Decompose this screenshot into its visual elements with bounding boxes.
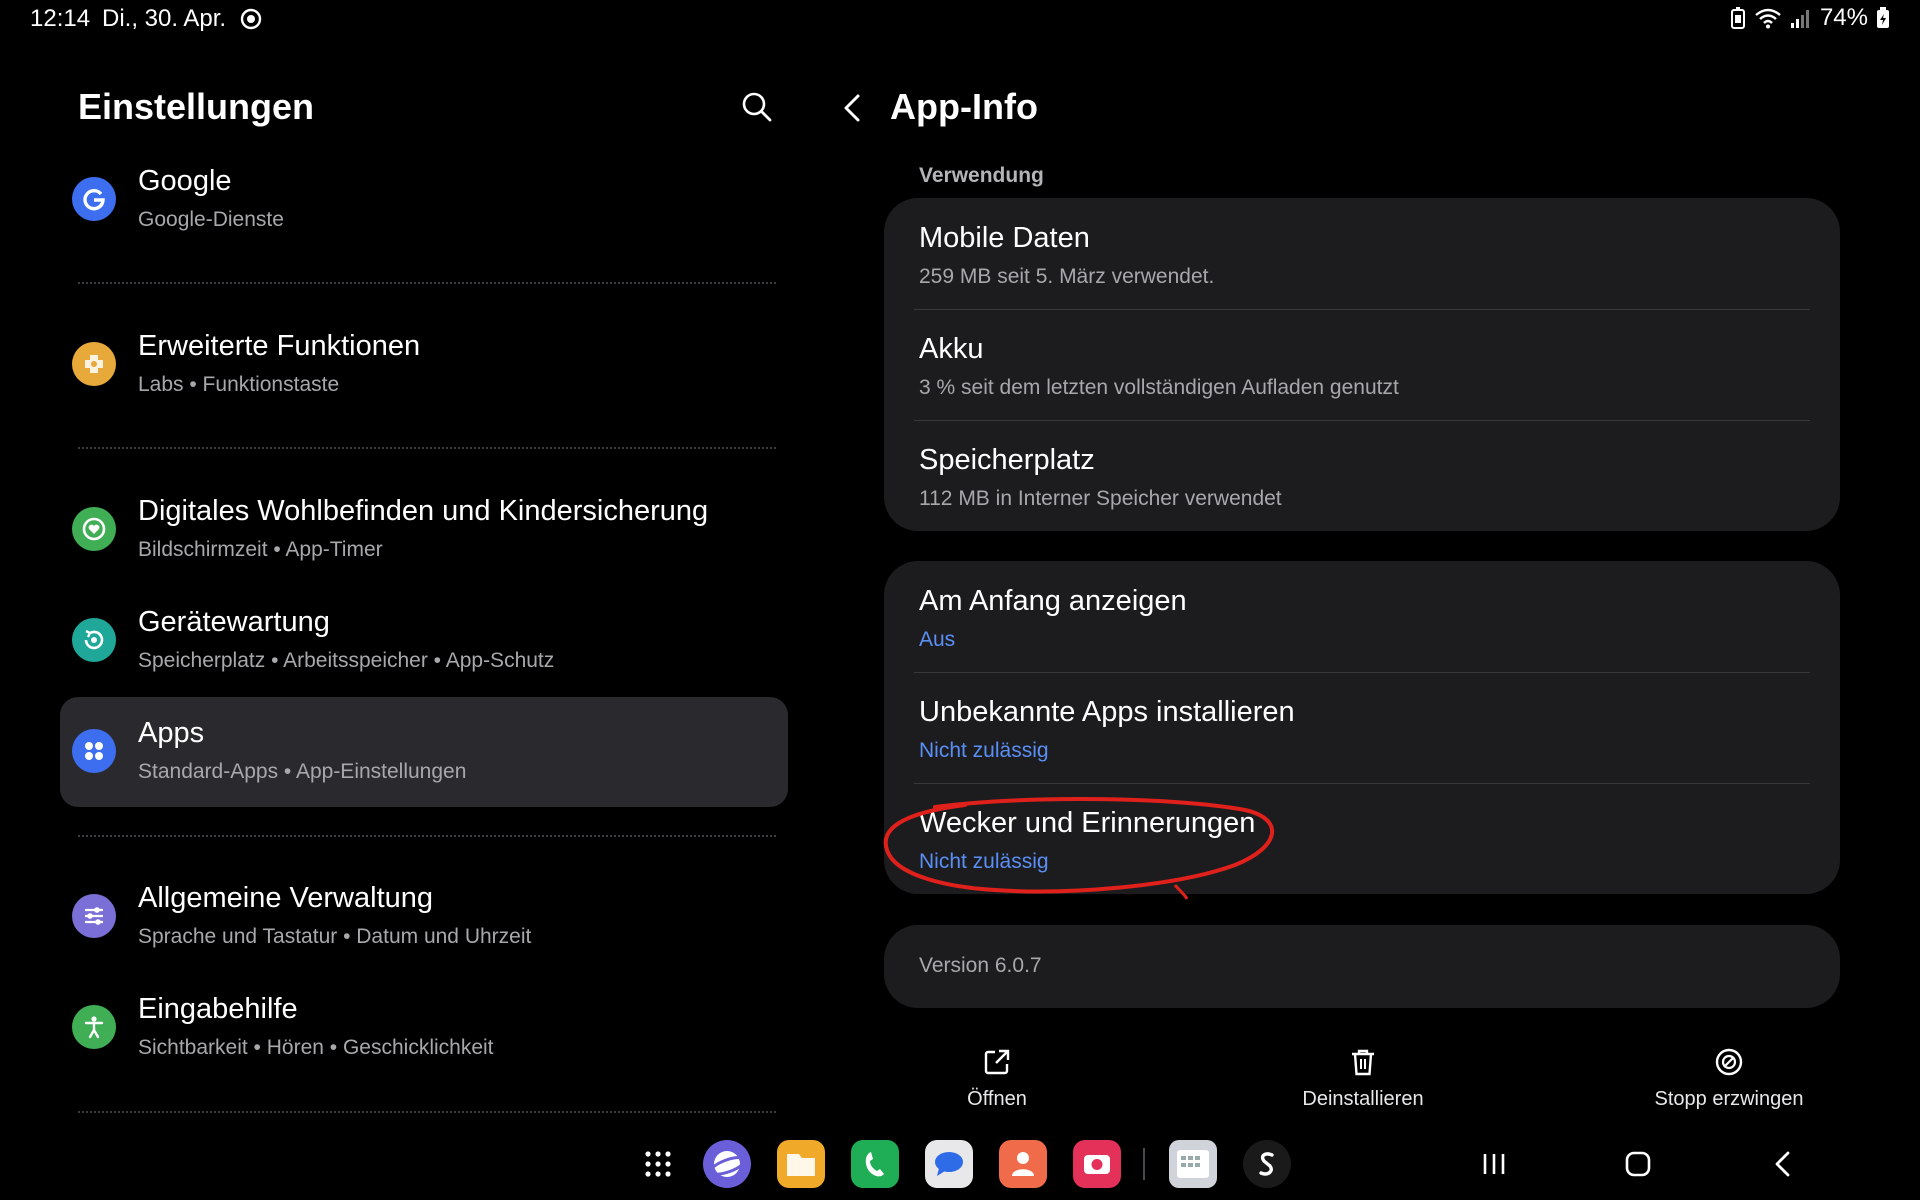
settings-item-subtitle: Sichtbarkeit • Hören • Geschicklichkeit [138,1036,494,1059]
battery-row[interactable]: Akku 3 % seit dem letzten vollständigen … [919,333,1815,405]
status-date: Di., 30. Apr. [102,5,227,32]
settings-item-title: Google [138,165,232,197]
usage-card: Mobile Daten 259 MB seit 5. März verwend… [884,198,1840,531]
settings-item-subtitle: Sprache und Tastatur • Datum und Uhrzeit [138,925,532,948]
settings-item-subtitle: Google-Dienste [138,208,284,231]
open-button[interactable]: Öffnen [887,1046,1107,1111]
back-nav-icon[interactable] [1768,1148,1800,1180]
settings-item-apps[interactable]: Apps Standard-Apps • App-Einstellungen [60,697,788,807]
accessibility-icon [72,1005,116,1049]
uninstall-label: Deinstallieren [1302,1088,1424,1110]
force-stop-label: Stopp erzwingen [1654,1088,1804,1110]
signal-icon [1790,10,1809,28]
divider [78,835,776,837]
settings-item-subtitle: Speicherplatz • Arbeitsspeicher • App-Sc… [138,649,555,672]
usage-section-label: Verwendung [919,164,1044,187]
settings-item-digital-wellbeing[interactable]: Digitales Wohlbefinden und Kindersicheru… [60,475,788,585]
divider [78,282,776,284]
files-icon[interactable] [777,1140,825,1188]
settings-item-subtitle: Labs • Funktionstaste [138,373,340,396]
internet-browser-icon[interactable] [703,1140,751,1188]
settings-item-title: Eingabehilfe [138,993,298,1025]
settings-item-title: Gerätewartung [138,606,330,638]
row-title: Speicherplatz [919,444,1095,476]
settings-item-general-management[interactable]: Allgemeine Verwaltung Sprache und Tastat… [60,862,788,972]
row-value: Aus [919,628,956,651]
divider [914,420,1810,421]
taskbar-divider [1143,1148,1145,1180]
settings-item-accessibility[interactable]: Eingabehilfe Sichtbarkeit • Hören • Gesc… [60,973,788,1083]
mobile-data-row[interactable]: Mobile Daten 259 MB seit 5. März verwend… [919,222,1815,294]
app-info-title: App-Info [890,86,1038,127]
settings-title: Einstellungen [78,86,315,127]
battery-saver-icon [1730,7,1745,29]
divider [914,672,1810,673]
row-title: Am Anfang anzeigen [919,585,1187,617]
version-card: Version 6.0.7 [884,925,1840,1008]
recents-nav-icon[interactable] [1478,1148,1510,1180]
apps-grid-icon [72,729,116,773]
status-bar: 12:14 Di., 30. Apr. 74% [0,0,1920,36]
search-icon[interactable] [740,90,774,124]
trash-icon [1352,1049,1374,1076]
stop-icon [1715,1048,1743,1076]
settings-item-title: Digitales Wohlbefinden und Kindersicheru… [138,495,709,527]
settings-item-device-care[interactable]: Gerätewartung Speicherplatz • Arbeitsspe… [60,586,788,696]
app-drawer-icon[interactable] [640,1146,676,1182]
divider [78,1111,776,1113]
red-annotation-circle [883,797,1275,900]
phone-icon[interactable] [851,1140,899,1188]
force-stop-button[interactable]: Stopp erzwingen [1619,1046,1839,1111]
device-care-icon [72,618,116,662]
camera-icon[interactable] [1073,1140,1121,1188]
row-subtitle: 259 MB seit 5. März verwendet. [919,265,1215,288]
contacts-icon[interactable] [999,1140,1047,1188]
settings-item-subtitle: Bildschirmzeit • App-Timer [138,538,383,561]
back-arrow-icon[interactable] [838,90,868,126]
divider [78,447,776,449]
settings-item-subtitle: Standard-Apps • App-Einstellungen [138,760,467,783]
sync-status-icon [240,8,262,30]
appear-on-top-row[interactable]: Am Anfang anzeigen Aus [919,585,1815,657]
open-label: Öffnen [967,1088,1027,1110]
settings-item-title: Erweiterte Funktionen [138,330,421,362]
row-value: Nicht zulässig [919,739,1049,762]
row-title: Akku [919,333,984,365]
version-text: Version 6.0.7 [919,954,1042,977]
row-title: Mobile Daten [919,222,1090,254]
wifi-icon [1755,8,1781,29]
settings-item-title: Allgemeine Verwaltung [138,882,434,914]
open-external-icon [984,1049,1010,1075]
install-unknown-apps-row[interactable]: Unbekannte Apps installieren Nicht zuläs… [919,696,1815,768]
storage-row[interactable]: Speicherplatz 112 MB in Interner Speiche… [919,444,1815,516]
uninstall-button[interactable]: Deinstallieren [1253,1046,1473,1111]
settings-item-advanced-features[interactable]: Erweiterte Funktionen Labs • Funktionsta… [60,310,788,420]
battery-icon [1877,7,1889,28]
messages-icon[interactable] [925,1140,973,1188]
settings-item-google[interactable]: Google Google-Dienste [60,145,788,255]
divider [914,783,1810,784]
recent-app-s-icon[interactable] [1243,1140,1291,1188]
row-subtitle: 3 % seit dem letzten vollständigen Aufla… [919,376,1399,399]
settings-item-title: Apps [138,717,205,749]
sliders-icon [72,894,116,938]
divider [914,309,1810,310]
home-nav-icon[interactable] [1622,1148,1654,1180]
row-title: Unbekannte Apps installieren [919,696,1295,728]
puzzle-icon [72,342,116,386]
status-right: 74% [1730,4,1890,32]
recent-app-thumbnail-icon[interactable] [1169,1140,1217,1188]
battery-percent: 74% [1819,4,1868,31]
wellbeing-icon [72,507,116,551]
status-time: 12:14 [30,5,91,32]
google-icon [72,177,116,221]
row-subtitle: 112 MB in Interner Speicher verwendet [919,487,1282,510]
